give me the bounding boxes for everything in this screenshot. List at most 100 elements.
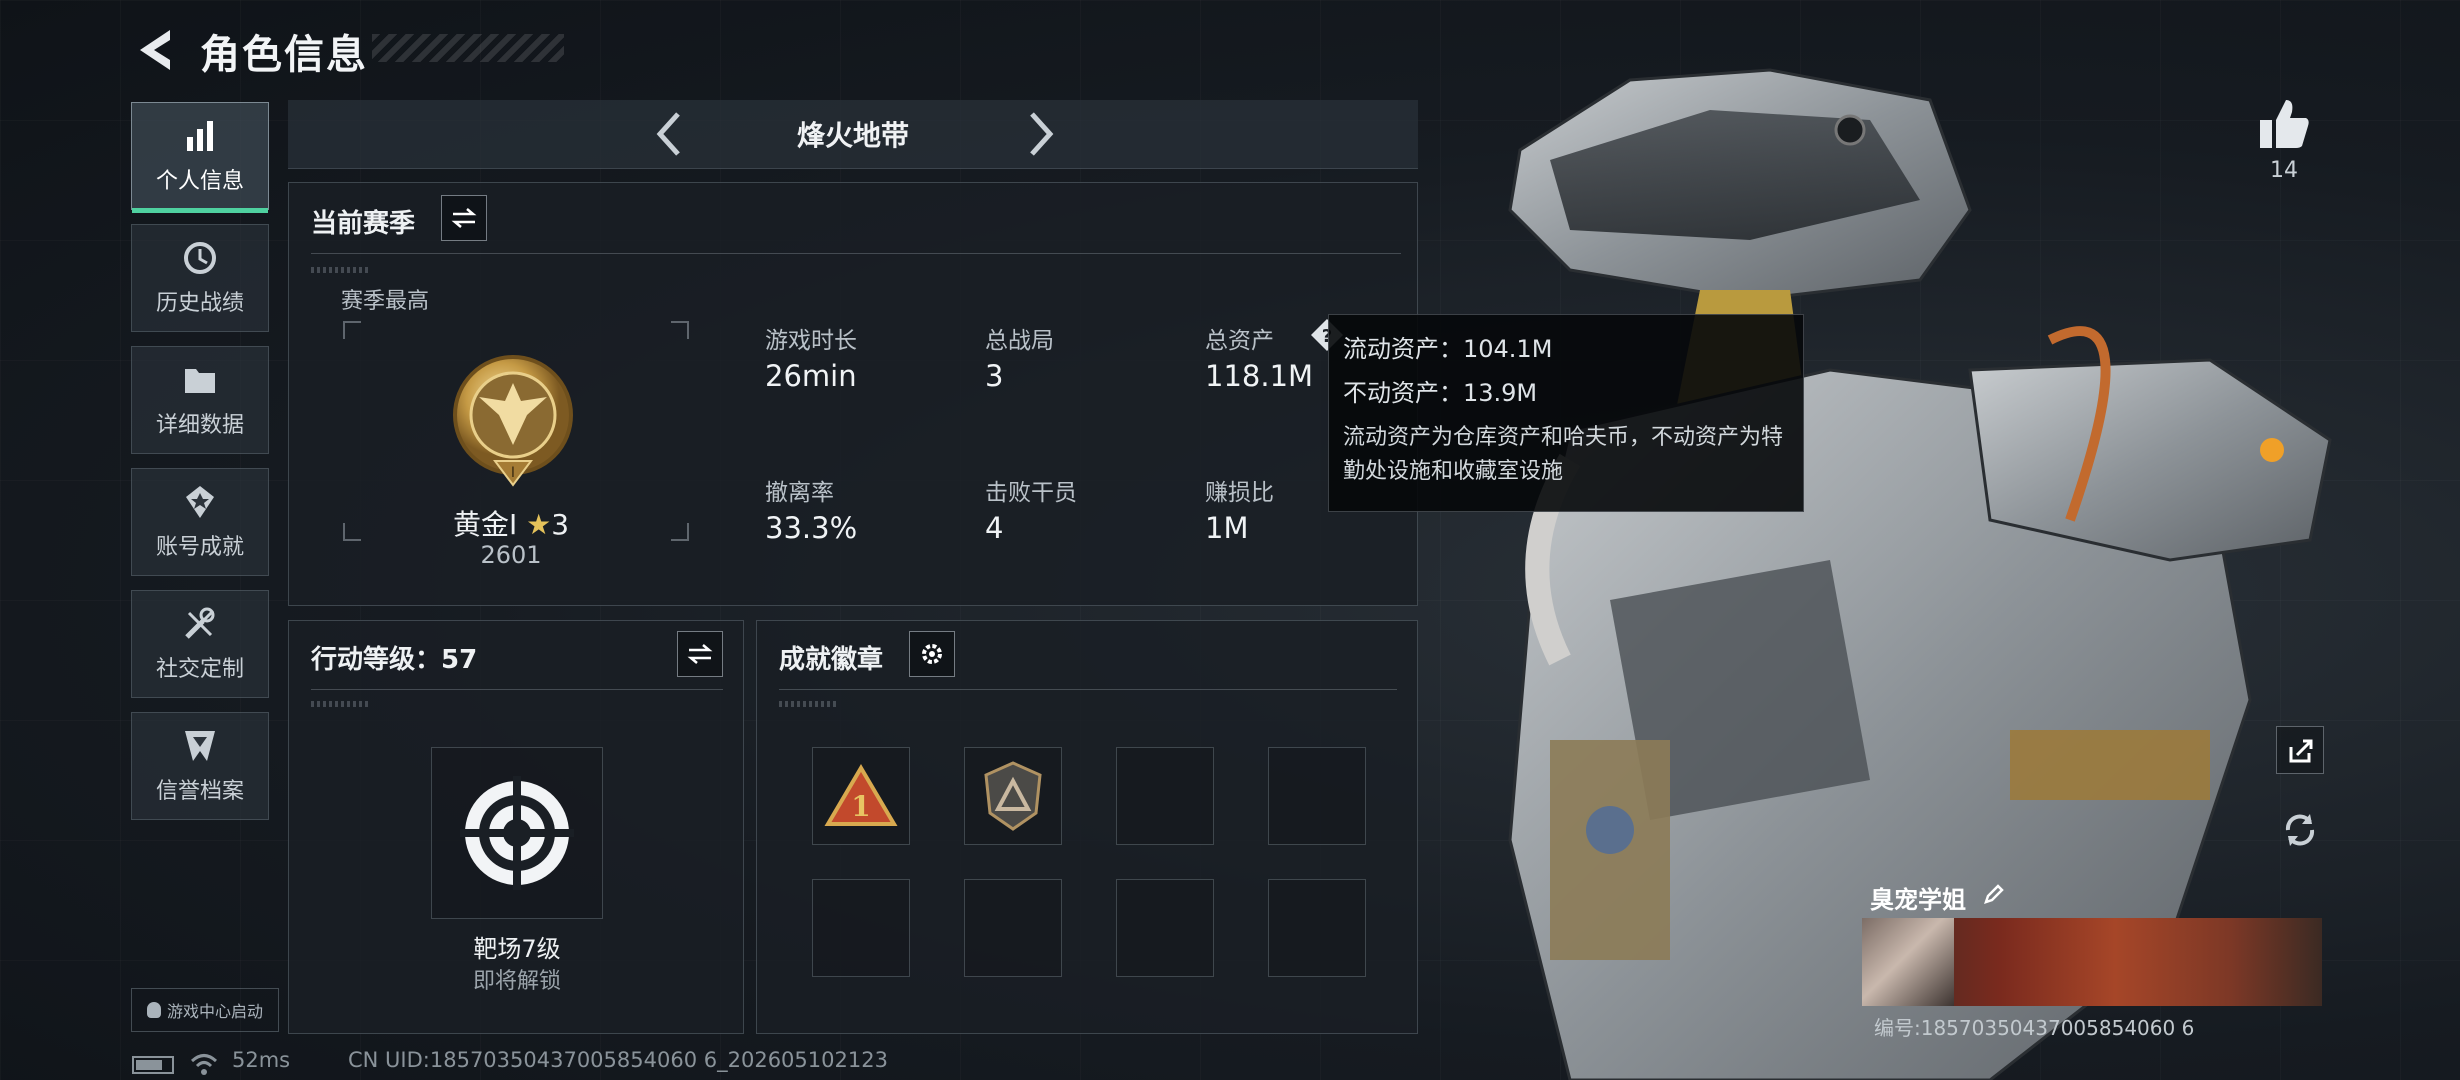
- nav-item-history[interactable]: 历史战绩: [131, 224, 269, 332]
- swap-icon: [687, 644, 713, 664]
- tooltip-description: 流动资产为仓库资产和哈夫币，不动资产为特勤处设施和收藏室设施: [1343, 425, 1784, 484]
- wifi-icon: [190, 1054, 218, 1075]
- mode-switcher: 烽火地带: [288, 100, 1418, 169]
- stat-value: 33.3%: [765, 511, 858, 545]
- divider: [311, 253, 1401, 254]
- stat-label: 总战局: [985, 328, 1054, 354]
- svg-text:I: I: [511, 465, 515, 481]
- thumbs-up-icon[interactable]: [2256, 96, 2312, 152]
- achievement-slot-3[interactable]: [1116, 747, 1214, 845]
- achievement-slot-4[interactable]: [1268, 747, 1366, 845]
- share-icon: [2289, 739, 2313, 763]
- uid-text: CN UID:18570350437005854060 6_2026051021…: [348, 1048, 888, 1072]
- folder-icon: [185, 369, 215, 393]
- gear-icon: [922, 644, 942, 664]
- achievement-slot-1[interactable]: 1: [812, 747, 910, 845]
- range-level-status: 即将解锁: [472, 969, 561, 994]
- bar-chart-icon: [187, 121, 213, 151]
- nav-item-profile[interactable]: 个人信息: [131, 102, 269, 213]
- mode-title: 烽火地带: [796, 119, 909, 152]
- back-arrow-icon[interactable]: [130, 24, 178, 76]
- stat-value: 1M: [1205, 511, 1249, 545]
- season-panel: 当前赛季 赛季最高 I 黄金I ★3 2601 游戏时长 26min 总战局 3…: [288, 182, 1418, 606]
- game-center-label: 游戏中心启动: [166, 1002, 263, 1021]
- nav-item-achievements[interactable]: 账号成就: [131, 468, 269, 576]
- rank-one-badge-icon: 1: [824, 764, 898, 826]
- shield-badge-icon: [185, 731, 215, 761]
- nav-item-detail-data[interactable]: 详细数据: [131, 346, 269, 454]
- achievements-title: 成就徽章: [779, 645, 884, 675]
- range-level-name: 靶场7级: [473, 935, 561, 963]
- divider: [779, 689, 1397, 690]
- frame-corner: [343, 523, 361, 541]
- action-level-panel: 行动等级：57 靶场7级 即将解锁: [288, 620, 744, 1034]
- achievements-settings-button[interactable]: [909, 631, 955, 677]
- battery-icon: [132, 1056, 174, 1074]
- season-title: 当前赛季: [311, 209, 416, 239]
- penguin-icon: [146, 1002, 161, 1018]
- nav-item-reputation[interactable]: 信誉档案: [131, 712, 269, 820]
- achievement-slot-7[interactable]: [1116, 879, 1214, 977]
- stat-label: 总资产: [1205, 328, 1274, 354]
- edit-pencil-icon[interactable]: [1982, 882, 2006, 906]
- rank-name: 黄金I: [452, 508, 518, 541]
- stat-value: 3: [985, 359, 1004, 393]
- stat-value: 4: [985, 511, 1004, 545]
- divider: [311, 689, 723, 690]
- stat-value: 118.1M: [1205, 359, 1314, 393]
- asset-tooltip: 流动资产：104.1M 不动资产：13.9M 流动资产为仓库资产和哈夫币，不动资…: [1328, 314, 1804, 512]
- player-name: 臭宠学姐: [1870, 886, 1966, 914]
- rank-score: 2601: [480, 541, 542, 569]
- stat-label: 击败干员: [985, 480, 1077, 506]
- stat-label: 游戏时长: [765, 328, 857, 354]
- rotate-icon[interactable]: [2278, 808, 2322, 852]
- nav-label: 个人信息: [155, 169, 244, 194]
- tick-decoration: [779, 701, 839, 707]
- nav-label: 详细数据: [155, 413, 244, 438]
- tools-icon: [185, 607, 215, 639]
- share-button[interactable]: [2276, 726, 2324, 774]
- game-center-button[interactable]: 游戏中心启动: [131, 988, 279, 1032]
- season-best-label: 赛季最高: [341, 289, 430, 314]
- tick-decoration: [311, 701, 371, 707]
- achievement-slot-5[interactable]: [812, 879, 910, 977]
- nav-item-social[interactable]: 社交定制: [131, 590, 269, 698]
- title-decoration: [372, 34, 564, 62]
- chevron-right-icon[interactable]: [1020, 110, 1060, 158]
- page-title: 角色信息: [200, 32, 368, 78]
- target-icon: [460, 776, 574, 890]
- frame-corner: [343, 321, 361, 339]
- svg-text:1: 1: [851, 790, 870, 823]
- range-level-tile[interactable]: [431, 747, 603, 919]
- avatar[interactable]: [1862, 918, 1954, 1006]
- stat-label: 撤离率: [765, 480, 834, 506]
- tick-decoration: [311, 267, 371, 273]
- gold-rank-emblem-icon: I: [453, 355, 573, 487]
- achievements-panel: 成就徽章 1: [756, 620, 1418, 1034]
- history-clock-icon: [184, 242, 216, 274]
- frame-corner: [671, 321, 689, 339]
- shield-triangle-badge-icon: [984, 761, 1042, 831]
- nav-label: 历史战绩: [155, 291, 244, 316]
- player-id: 编号:18570350437005854060 6: [1874, 1016, 2195, 1040]
- nav-label: 社交定制: [155, 657, 244, 682]
- season-switch-button[interactable]: [441, 195, 487, 241]
- stat-value: 26min: [765, 359, 857, 393]
- achievement-slot-2[interactable]: [964, 747, 1062, 845]
- swap-icon: [451, 208, 477, 228]
- action-level-title: 行动等级：57: [311, 645, 478, 675]
- achievement-slot-8[interactable]: [1268, 879, 1366, 977]
- tooltip-liquid-assets: 流动资产：104.1M: [1343, 335, 1553, 363]
- nav-label: 信誉档案: [155, 779, 244, 804]
- star-icon: ★: [526, 508, 552, 541]
- nav-label: 账号成就: [155, 535, 244, 560]
- frame-corner: [671, 523, 689, 541]
- ping-value: 52ms: [232, 1048, 291, 1072]
- action-level-switch-button[interactable]: [677, 631, 723, 677]
- medal-icon: [186, 486, 214, 518]
- stat-label: 赚损比: [1205, 480, 1274, 506]
- rank-title: 黄金I ★3: [389, 503, 633, 543]
- achievement-slot-6[interactable]: [964, 879, 1062, 977]
- likes-count: 14: [2270, 158, 2298, 183]
- rank-stars: 3: [551, 508, 570, 541]
